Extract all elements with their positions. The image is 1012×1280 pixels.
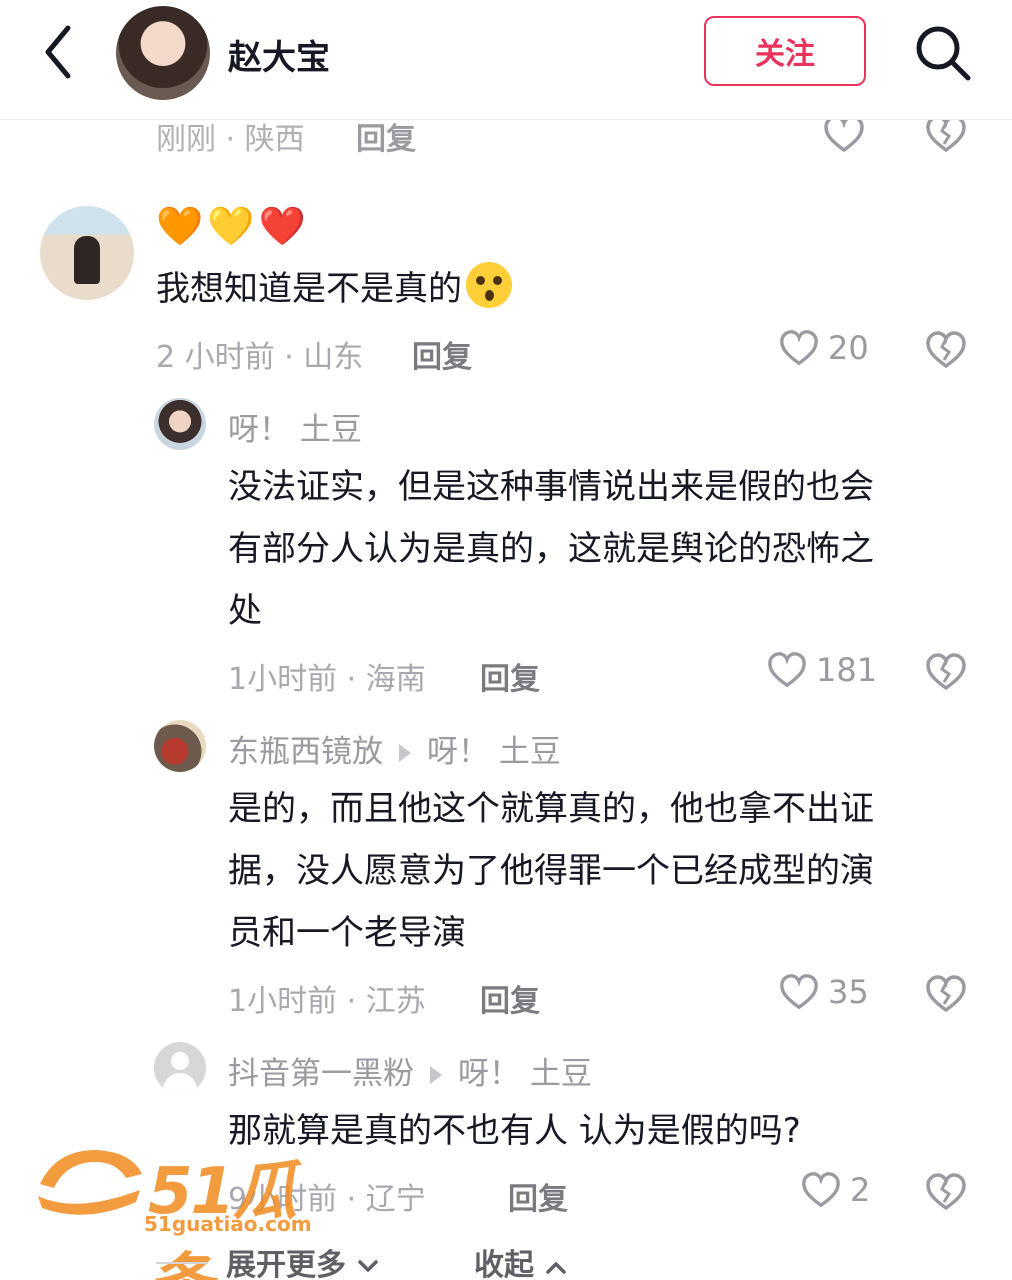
chevron-left-icon — [45, 25, 71, 79]
expand-more-button[interactable]: 展开更多 — [226, 1240, 380, 1280]
like-count: 181 — [816, 651, 878, 689]
reply-button[interactable]: 回复 — [480, 976, 540, 1020]
reply-text-line: 处 — [228, 591, 262, 631]
previous-comment-meta: 刚刚 · 陕西 回复 — [0, 114, 1012, 157]
commenter-avatar[interactable] — [40, 206, 134, 300]
dislike-icon[interactable] — [924, 974, 968, 1014]
comment-text: 我想知道是不是真的 — [156, 258, 512, 320]
comment-meta: 刚刚 · 陕西 — [156, 122, 305, 157]
heart-icon[interactable] — [822, 114, 866, 154]
like-count: 35 — [828, 973, 869, 1011]
reply-avatar[interactable] — [154, 398, 206, 450]
reply-author-name[interactable]: 呀！ 土豆 — [228, 412, 362, 448]
like-button[interactable]: 181 — [766, 650, 877, 690]
reply-button[interactable]: 回复 — [356, 114, 416, 158]
watermark-url: 51guatiao.com — [144, 1212, 312, 1236]
divider — [156, 1262, 208, 1264]
reply-text-line: 员和一个老导演 — [228, 913, 466, 953]
heart-icon — [780, 330, 818, 366]
search-button[interactable] — [912, 22, 974, 84]
emoji-hearts: 🧡💛❤️ — [156, 204, 310, 248]
reply-text-line: 有部分人认为是真的，这就是舆论的恐怖之 — [228, 529, 874, 569]
top-bar: 赵大宝 关注 — [0, 0, 1012, 120]
like-count: 20 — [828, 329, 869, 367]
reply-author[interactable]: 抖音第一黑粉 呀！ 土豆 — [228, 1048, 592, 1093]
collapse-button[interactable]: 收起 — [474, 1240, 568, 1280]
comment-meta: 2 小时前 · 山东 — [156, 340, 364, 375]
heart-icon — [780, 974, 818, 1010]
chevron-up-icon — [546, 1261, 567, 1274]
reply-avatar[interactable] — [154, 720, 206, 772]
heart-icon — [802, 1172, 840, 1208]
default-avatar-icon[interactable] — [154, 1042, 206, 1094]
expand-more-label: 展开更多 — [226, 1248, 346, 1280]
reply-meta: 1小时前 · 江苏 — [228, 984, 426, 1019]
reply-text-line: 是的，而且他这个就算真的，他也拿不出证 — [228, 789, 874, 829]
reply-text-line: 没法证实，但是这种事情说出来是假的也会 — [228, 467, 874, 507]
dislike-icon[interactable] — [924, 1172, 968, 1212]
profile-avatar[interactable] — [116, 6, 210, 100]
reply-text: 没法证实，但是这种事情说出来是假的也会 有部分人认为是真的，这就是舆论的恐怖之 … — [228, 456, 958, 642]
watermark-melon-icon — [38, 1150, 142, 1215]
dislike-icon[interactable] — [924, 114, 968, 154]
reply-arrow-icon — [430, 1065, 442, 1084]
reply-author-name[interactable]: 东瓶西镜放 — [228, 734, 383, 770]
back-button[interactable] — [36, 20, 84, 84]
reply-button[interactable]: 回复 — [508, 1174, 568, 1218]
dislike-icon[interactable] — [924, 652, 968, 692]
reply-button[interactable]: 回复 — [480, 654, 540, 698]
like-count: 2 — [850, 1171, 871, 1209]
watermark-logo: 51瓜条 51guatiao.com — [36, 1138, 356, 1280]
heart-icon — [768, 652, 806, 688]
follow-button[interactable]: 关注 — [704, 16, 866, 86]
reply-text: 是的，而且他这个就算真的，他也拿不出证 据，没人愿意为了他得罪一个已经成型的演 … — [228, 778, 958, 964]
reply-author[interactable]: 东瓶西镜放 呀！ 土豆 — [228, 726, 561, 771]
reply-author[interactable]: 呀！ 土豆 — [228, 404, 362, 449]
dislike-icon[interactable] — [924, 330, 968, 370]
surprised-face-icon — [466, 262, 512, 308]
reply-text-line: 据，没人愿意为了他得罪一个已经成型的演 — [228, 851, 874, 891]
like-button[interactable]: 35 — [778, 972, 869, 1012]
comment-text-content: 我想知道是不是真的 — [156, 269, 462, 309]
reply-arrow-icon — [399, 743, 411, 762]
search-icon — [916, 26, 971, 81]
like-button[interactable]: 20 — [778, 328, 869, 368]
reply-to-name[interactable]: 呀！ 土豆 — [427, 734, 561, 770]
reply-author-name[interactable]: 抖音第一黑粉 — [228, 1056, 414, 1092]
profile-username[interactable]: 赵大宝 — [228, 30, 330, 79]
reply-meta: 1小时前 · 海南 — [228, 662, 426, 697]
reply-to-name[interactable]: 呀！ 土豆 — [458, 1056, 592, 1092]
reply-button[interactable]: 回复 — [412, 332, 472, 376]
collapse-label: 收起 — [474, 1248, 534, 1280]
chevron-down-icon — [358, 1259, 379, 1272]
like-button[interactable]: 2 — [800, 1170, 870, 1210]
